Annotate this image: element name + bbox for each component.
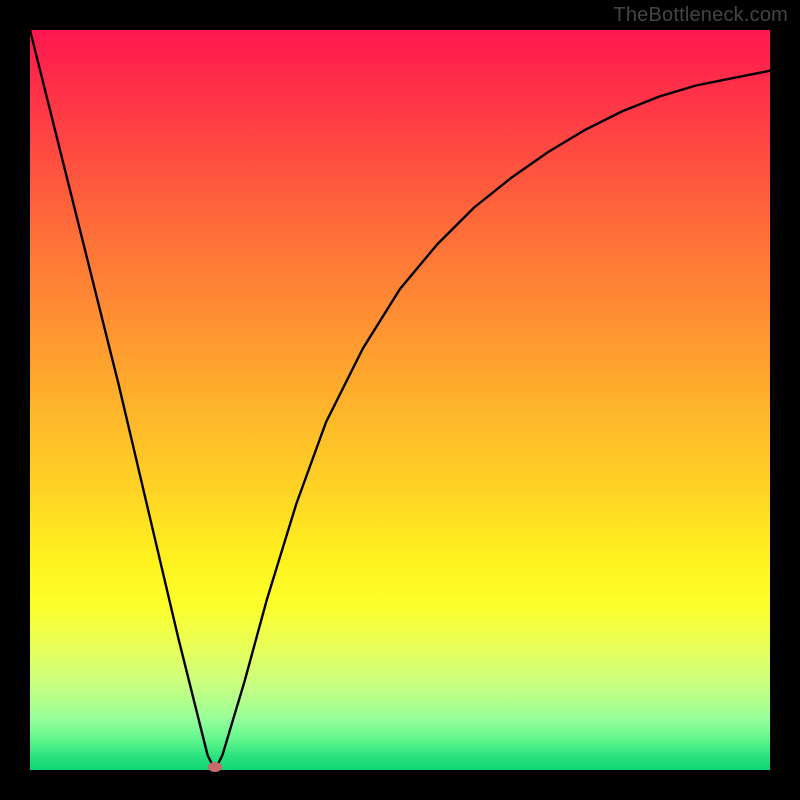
bottleneck-curve	[30, 30, 770, 770]
plot-area	[30, 30, 770, 770]
curve-path	[30, 30, 770, 770]
chart-frame: TheBottleneck.com	[0, 0, 800, 800]
watermark: TheBottleneck.com	[613, 4, 788, 27]
optimal-marker	[208, 762, 222, 772]
